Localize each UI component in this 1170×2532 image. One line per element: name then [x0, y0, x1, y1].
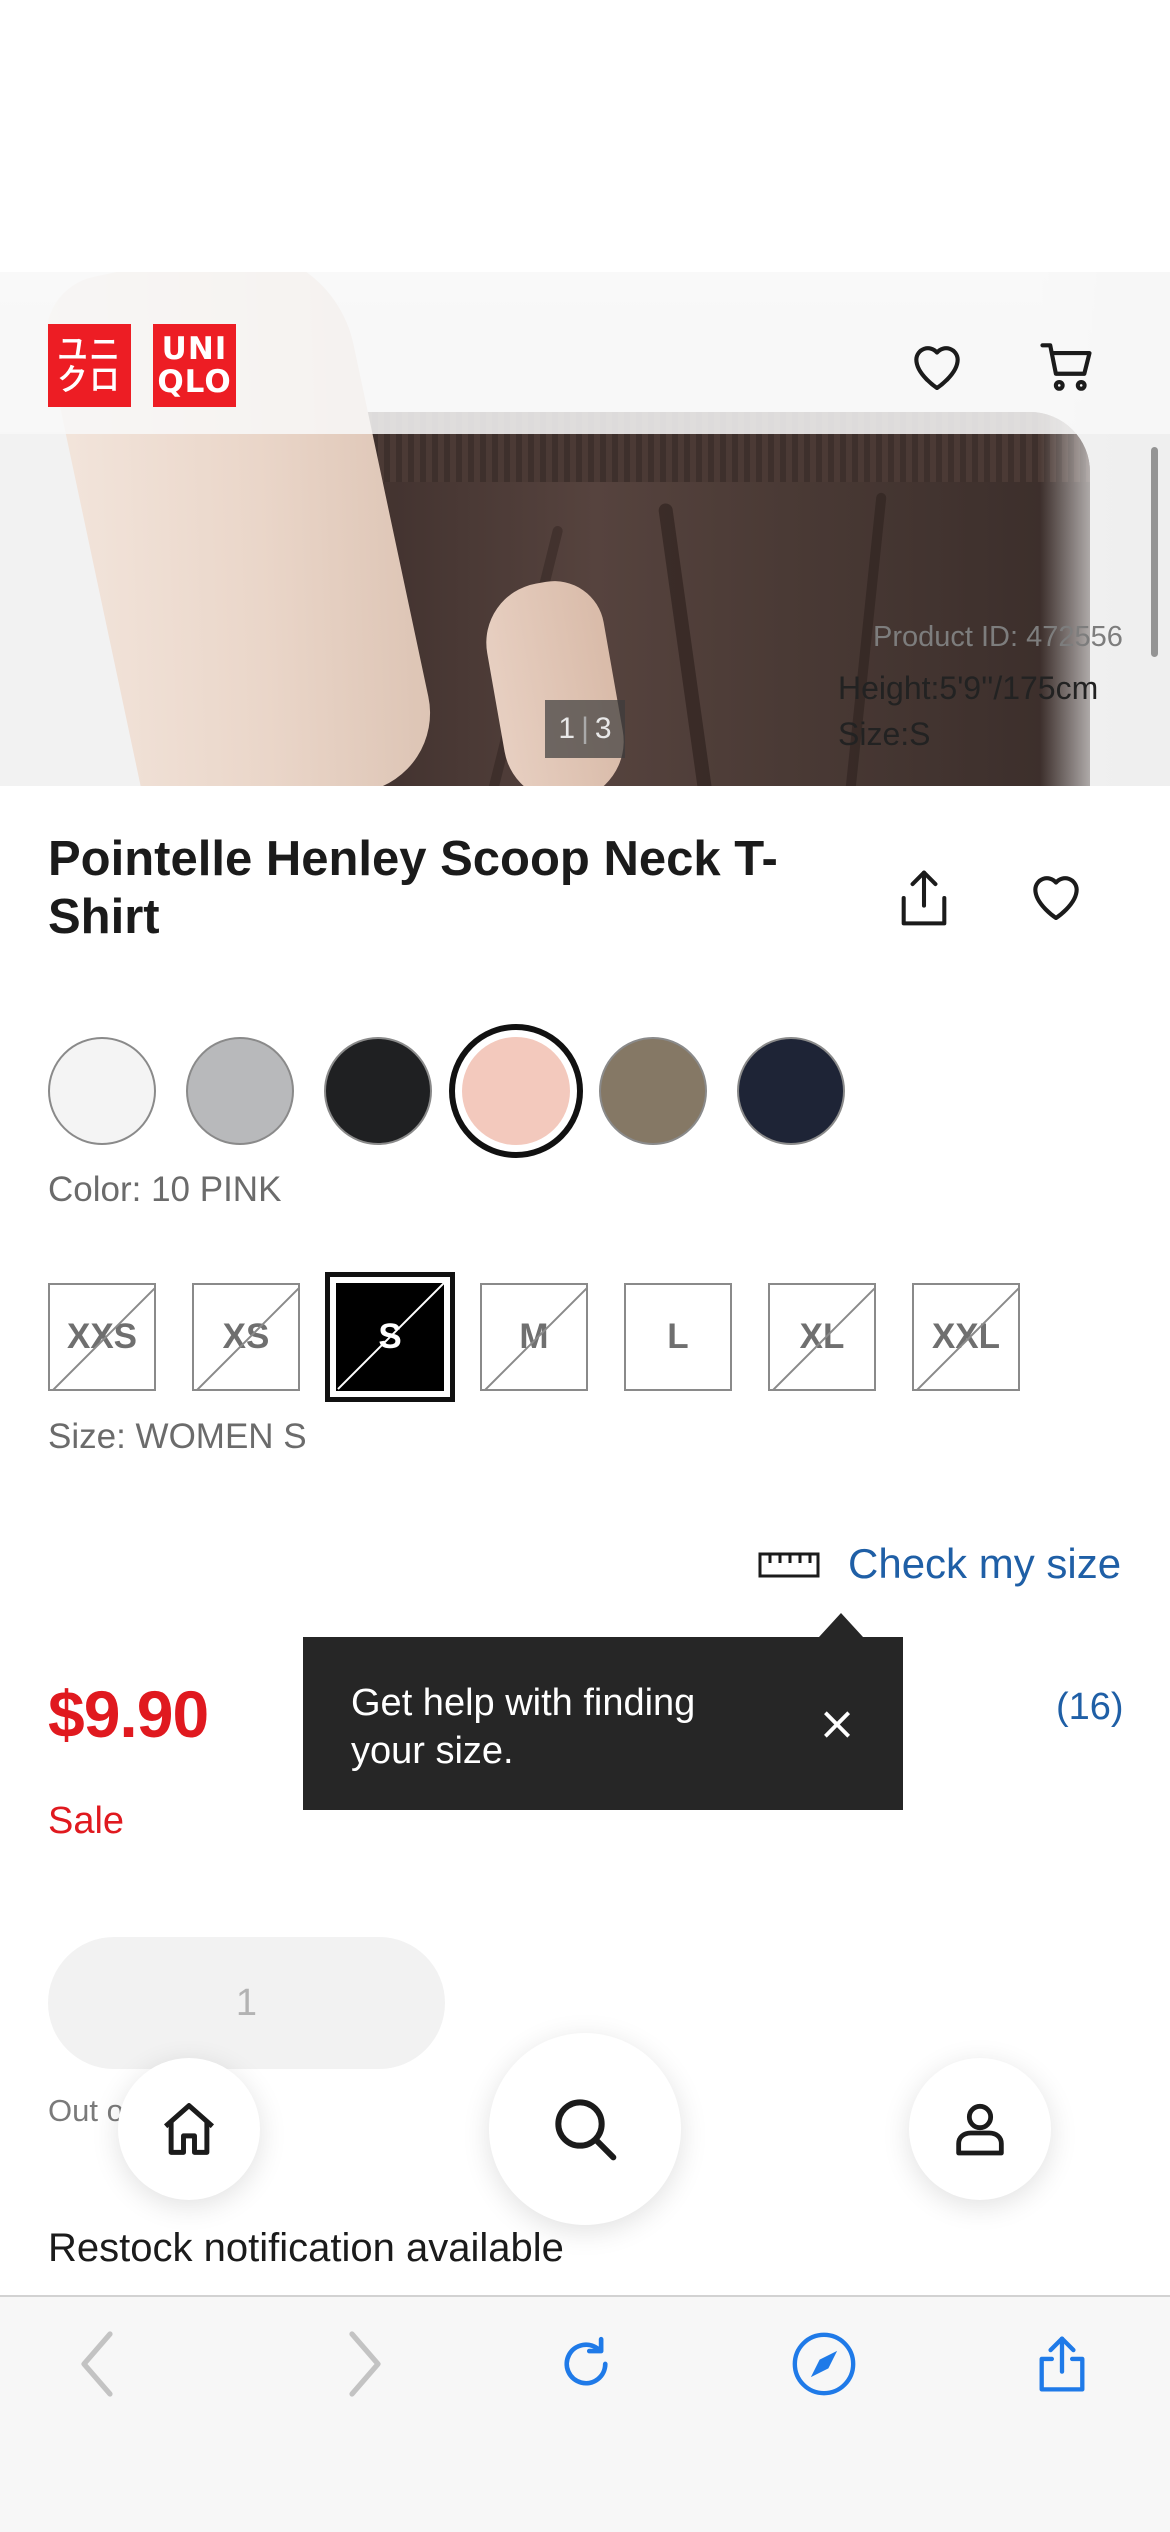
size-l[interactable]: L — [624, 1283, 732, 1391]
logo-line-1: UNI — [161, 330, 228, 367]
search-icon — [555, 2099, 617, 2161]
review-count-link[interactable]: (16) — [1056, 1686, 1124, 1729]
size-label: XS — [222, 1317, 270, 1356]
home-button[interactable] — [118, 2058, 260, 2200]
size-label: XXS — [66, 1317, 138, 1356]
product-id: Product ID: 472556 — [873, 621, 1123, 653]
share-icon[interactable] — [893, 865, 955, 931]
color-swatch-navy[interactable] — [737, 1037, 845, 1145]
forward-icon[interactable] — [328, 2328, 400, 2400]
color-swatch-olive[interactable] — [599, 1037, 707, 1145]
sale-badge: Sale — [48, 1800, 125, 1842]
size-s[interactable]: S — [325, 1272, 455, 1402]
restock-notification[interactable]: Restock notification available — [48, 2226, 564, 2271]
selected-color-label: Color: 10 PINK — [48, 1170, 282, 1209]
selected-size-label: Size: WOMEN S — [48, 1417, 307, 1456]
size-label: L — [667, 1317, 689, 1356]
size-label: S — [378, 1317, 402, 1356]
size-xs[interactable]: XS — [192, 1283, 300, 1391]
image-counter-separator: | — [581, 712, 589, 745]
ruler-icon[interactable] — [758, 1550, 820, 1580]
color-swatch-fill — [462, 1037, 570, 1145]
color-swatch-white[interactable] — [48, 1037, 156, 1145]
size-xl[interactable]: XL — [768, 1283, 876, 1391]
close-icon[interactable]: × — [813, 1696, 861, 1750]
tooltip-text: Get help with finding your size. — [351, 1682, 696, 1772]
reload-icon[interactable] — [550, 2328, 622, 2400]
check-my-size-link[interactable]: Check my size — [848, 1540, 1121, 1588]
product-title: Pointelle Henley Scoop Neck T-Shirt — [48, 832, 778, 944]
logo-latin: UNI QLO — [153, 324, 236, 407]
image-counter: 1 | 3 — [545, 700, 625, 758]
color-swatches — [48, 1024, 1148, 1158]
uniqlo-logo[interactable]: ユニクロ UNI QLO — [48, 324, 236, 407]
size-m[interactable]: M — [480, 1283, 588, 1391]
account-icon — [956, 2103, 1004, 2156]
logo-katakana: ユニクロ — [48, 324, 131, 407]
cart-icon[interactable] — [1036, 335, 1098, 397]
page-scrollbar[interactable] — [1151, 447, 1158, 657]
account-button[interactable] — [909, 2058, 1051, 2200]
size-xxl[interactable]: XXL — [912, 1283, 1020, 1391]
color-swatch-pink[interactable] — [449, 1024, 583, 1158]
model-height: Height:5'9''/175cm — [838, 670, 1099, 706]
wishlist-heart-icon[interactable] — [906, 335, 968, 397]
price: $9.90 — [48, 1677, 209, 1751]
favorite-heart-icon[interactable] — [1023, 865, 1089, 927]
search-button[interactable] — [489, 2033, 681, 2225]
size-s-inner: S — [336, 1283, 444, 1391]
share-icon[interactable] — [1026, 2328, 1098, 2400]
size-label: M — [519, 1317, 549, 1356]
size-label: XXL — [931, 1317, 1001, 1356]
logo-line-2: QLO — [157, 363, 232, 400]
compass-icon[interactable] — [788, 2328, 860, 2400]
size-help-tooltip: Get help with finding your size. × — [303, 1613, 903, 1810]
home-icon — [163, 2103, 215, 2155]
quantity-selector[interactable]: 1 — [48, 1937, 445, 2069]
color-swatch-black[interactable] — [324, 1037, 432, 1145]
color-swatch-gray[interactable] — [186, 1037, 294, 1145]
size-label: XL — [799, 1317, 845, 1356]
image-counter-current: 1 — [558, 712, 576, 745]
image-counter-total: 3 — [594, 712, 612, 745]
back-icon[interactable] — [62, 2328, 134, 2400]
model-size: Size:S — [838, 716, 931, 752]
size-xxs[interactable]: XXS — [48, 1283, 156, 1391]
